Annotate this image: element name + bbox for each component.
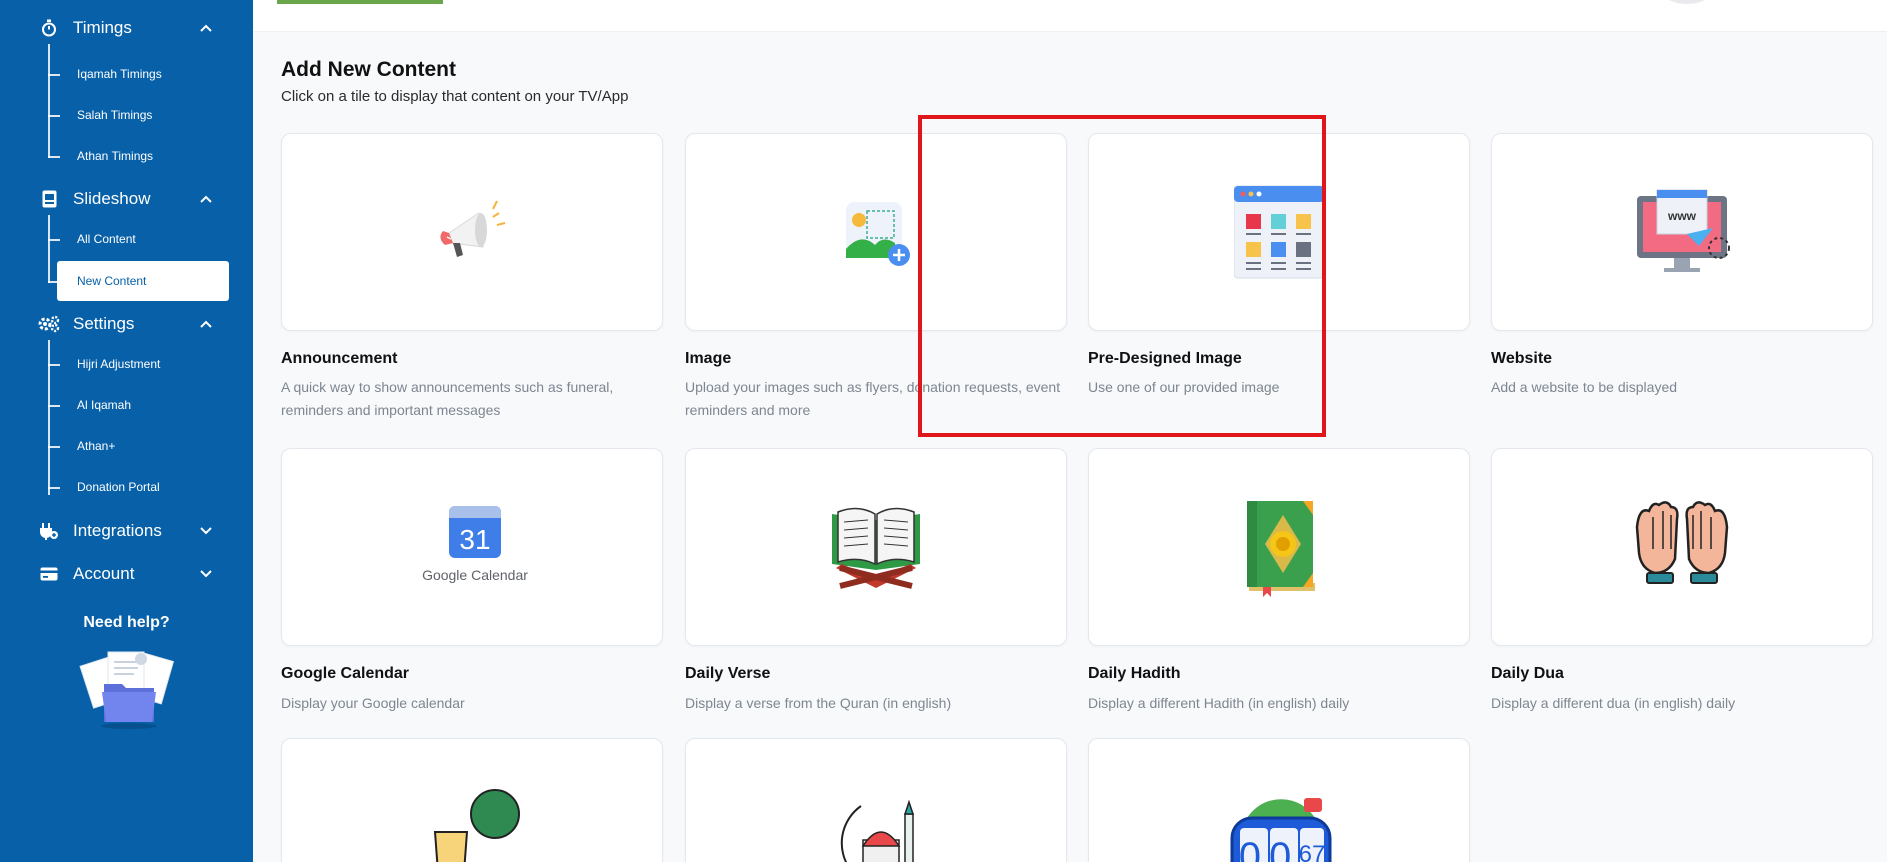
tile-announcement[interactable] — [281, 133, 663, 331]
tile-title: Google Calendar — [281, 665, 410, 682]
template-grid-icon — [1234, 185, 1324, 279]
tile-pre-designed-image[interactable] — [1088, 133, 1470, 331]
sidebar-item-new-content[interactable]: New Content — [48, 261, 229, 301]
tile-description: Display your Google calendar — [281, 695, 465, 711]
help-title: Need help? — [83, 614, 170, 631]
plug-icon — [38, 520, 60, 542]
tree-tick — [48, 74, 60, 76]
sidebar-section-label: Timings — [73, 18, 132, 37]
sidebar-item-label: Al Iqamah — [77, 398, 132, 412]
sidebar-item-label: All Content — [77, 232, 136, 246]
tile-daily-verse[interactable] — [685, 448, 1067, 646]
tile-daily-hadith[interactable] — [1088, 448, 1470, 646]
tile-title: Website — [1491, 350, 1553, 367]
tile-title: Daily Verse — [685, 665, 771, 682]
tree-tick — [48, 239, 60, 241]
tree-tick — [48, 364, 60, 366]
tile-description: Use one of our provided image — [1088, 379, 1280, 395]
sidebar-item-iqamah-timings[interactable]: Iqamah Timings — [48, 54, 230, 94]
google-calendar-icon: 31 Google Calendar — [422, 506, 528, 583]
open-quran-icon — [832, 507, 920, 589]
tree-tick — [48, 281, 60, 283]
sidebar: Timings Iqamah Timings Salah Timings Ath… — [0, 0, 253, 862]
gears-icon — [38, 313, 60, 335]
stopwatch-icon — [38, 17, 60, 39]
slideshow-icon — [38, 188, 60, 210]
tile-iftar[interactable] — [281, 738, 663, 862]
sidebar-item-label: Salah Timings — [77, 108, 153, 122]
image-add-icon — [846, 202, 910, 266]
calendar-brand-text: Google Calendar — [422, 567, 528, 583]
tile-mosque[interactable] — [685, 738, 1067, 862]
tile-image[interactable] — [685, 133, 1067, 331]
page-title: Add New Content — [281, 58, 456, 81]
chevron-down-icon — [200, 527, 212, 535]
sidebar-item-al-iqamah[interactable]: Al Iqamah — [48, 385, 230, 425]
credit-card-icon — [38, 563, 60, 585]
countdown-clock-icon: 00 67 — [1230, 798, 1332, 862]
sidebar-item-salah-timings[interactable]: Salah Timings — [48, 95, 230, 135]
praying-hands-icon — [1635, 501, 1729, 584]
sidebar-item-label: Athan Timings — [77, 149, 154, 163]
sidebar-section-settings[interactable]: Settings — [0, 304, 253, 344]
tile-title: Daily Hadith — [1088, 665, 1181, 682]
tile-description: A quick way to show announcements such a… — [281, 379, 614, 418]
sidebar-section-timings[interactable]: Timings — [0, 8, 253, 48]
website-icon: www — [1637, 189, 1730, 272]
countdown-digits: 00 — [1239, 835, 1300, 862]
megaphone-icon — [440, 200, 506, 257]
sidebar-section-label: Integrations — [73, 521, 162, 540]
chevron-up-icon — [200, 195, 212, 203]
sidebar-section-integrations[interactable]: Integrations — [0, 511, 253, 551]
tile-title: Pre-Designed Image — [1088, 350, 1242, 367]
tile-website[interactable]: www — [1491, 133, 1873, 331]
help-documents-icon[interactable] — [78, 650, 178, 730]
sidebar-item-label: New Content — [77, 274, 147, 288]
page-subtitle: Click on a tile to display that content … — [281, 88, 629, 105]
tree-tick — [48, 446, 60, 448]
tile-title: Image — [685, 350, 732, 367]
calendar-day-number: 31 — [459, 524, 490, 555]
tile-description: Add a website to be displayed — [1491, 379, 1678, 395]
tile-countdown[interactable]: 00 67 — [1088, 738, 1470, 862]
mosque-crescent-icon — [840, 799, 915, 862]
chevron-up-icon — [200, 320, 212, 328]
tile-description: Display a different dua (in english) dai… — [1491, 695, 1736, 711]
tile-title: Daily Dua — [1491, 665, 1564, 682]
main-content: Add New Content Click on a tile to displ… — [253, 0, 1887, 862]
sidebar-item-all-content[interactable]: All Content — [48, 219, 230, 259]
iftar-icon — [433, 789, 520, 862]
sidebar-item-label: Iqamah Timings — [77, 67, 162, 81]
chevron-down-icon — [200, 570, 212, 578]
sidebar-section-slideshow[interactable]: Slideshow — [0, 179, 253, 219]
tree-tick — [48, 405, 60, 407]
sidebar-item-label: Hijri Adjustment — [77, 357, 161, 371]
sidebar-section-label: Account — [73, 564, 135, 583]
chevron-up-icon — [200, 24, 212, 32]
tree-tick — [48, 156, 60, 158]
tile-description: Display a different Hadith (in english) … — [1088, 695, 1350, 711]
tile-daily-dua[interactable] — [1491, 448, 1873, 646]
hadith-book-icon — [1247, 501, 1315, 597]
sidebar-item-athan-timings[interactable]: Athan Timings — [48, 136, 230, 176]
tile-google-calendar[interactable]: 31 Google Calendar — [281, 448, 663, 646]
tile-description: Display a verse from the Quran (in engli… — [685, 695, 952, 711]
sidebar-item-hijri-adjustment[interactable]: Hijri Adjustment — [48, 344, 230, 384]
sidebar-item-athan-plus[interactable]: Athan+ — [48, 426, 230, 466]
sidebar-item-label: Athan+ — [77, 439, 116, 453]
sidebar-item-label: Donation Portal — [77, 480, 160, 494]
countdown-flip-digits: 67 — [1299, 841, 1326, 862]
tile-description: Upload your images such as flyers, donat… — [685, 379, 1061, 418]
banner-image — [277, 0, 443, 4]
tile-title: Announcement — [281, 350, 398, 367]
sidebar-section-account[interactable]: Account — [0, 554, 253, 594]
tree-tick — [48, 487, 60, 489]
sidebar-section-label: Slideshow — [73, 189, 151, 208]
sidebar-section-label: Settings — [73, 314, 135, 333]
sidebar-item-donation-portal[interactable]: Donation Portal — [48, 467, 230, 507]
top-bar — [253, 0, 1887, 32]
svg-text:www: www — [1667, 209, 1697, 223]
tree-tick — [48, 115, 60, 117]
